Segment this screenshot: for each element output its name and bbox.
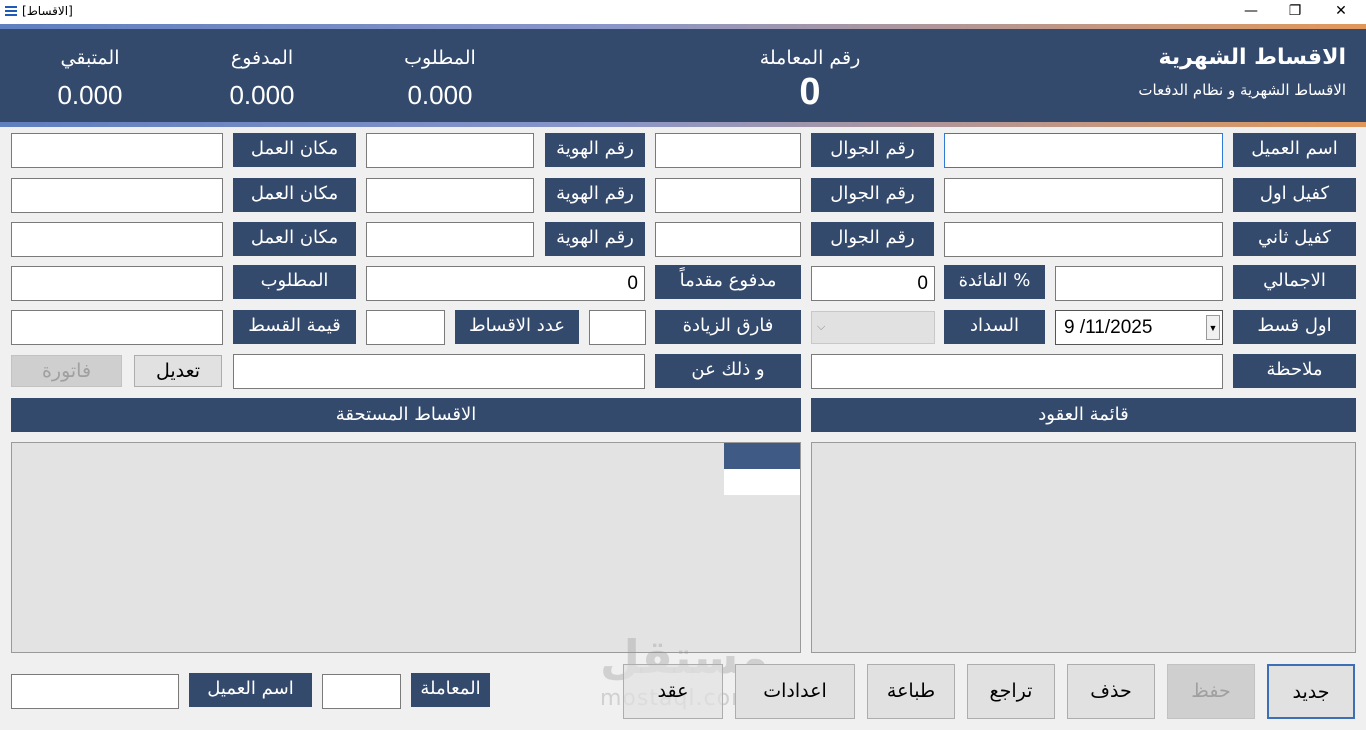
dropdown-arrow-icon[interactable]: ▼ [1206,315,1220,340]
interest-label: الفائدة % [944,265,1045,299]
edit-button[interactable]: تعديل [134,355,222,387]
for-input[interactable] [233,354,645,389]
customer-id-label: رقم الهوية [545,133,645,167]
required-amount-input[interactable] [11,266,223,301]
guarantor1-id-label: رقم الهوية [545,178,645,212]
customer-id-input[interactable] [366,133,534,168]
guarantor1-workplace-input[interactable] [11,178,223,213]
grid-header-cell[interactable] [724,443,800,469]
close-button[interactable]: ✕ [1318,0,1364,24]
interest-input[interactable]: 0 [811,266,935,301]
guarantor2-mobile-input[interactable] [655,222,801,257]
customer-mobile-label: رقم الجوال [811,133,934,167]
increase-diff-input[interactable] [589,310,646,345]
menu-icon[interactable] [5,6,17,17]
save-button[interactable]: حفظ [1167,664,1255,719]
contracts-list-panel[interactable] [811,442,1356,653]
date-value: 9 /11/2025 [1064,317,1153,338]
guarantor2-input[interactable] [944,222,1223,257]
total-label: الاجمالي [1233,265,1356,299]
guarantor1-mobile-input[interactable] [655,178,801,213]
invoice-button[interactable]: فاتورة [11,355,122,387]
paid-label: المدفوع [230,47,294,69]
contracts-list-header: قائمة العقود [811,398,1356,432]
first-installment-label: اول قسط [1233,310,1356,344]
note-label: ملاحظة [1233,354,1356,388]
transaction-number-value: 0 [799,71,821,113]
maximize-button[interactable]: ❐ [1272,0,1318,24]
guarantor2-id-label: رقم الهوية [545,222,645,256]
due-installments-grid[interactable] [11,442,801,653]
undo-button[interactable]: تراجع [967,664,1055,719]
customer-search-input[interactable] [11,674,179,709]
delete-button[interactable]: حذف [1067,664,1155,719]
installments-count-input[interactable] [366,310,445,345]
for-label: و ذلك عن [655,354,801,388]
remaining-label: المتبقي [60,47,120,69]
required-label: المطلوب [404,47,476,69]
page-title: الاقساط الشهرية [1158,45,1346,70]
customer-search-label: اسم العميل [189,673,312,707]
payment-select[interactable]: ⌵ [811,311,935,344]
due-installments-header: الاقساط المستحقة [11,398,801,432]
contract-button[interactable]: عقد [623,664,723,719]
guarantor1-mobile-label: رقم الجوال [811,178,934,212]
note-input[interactable] [811,354,1223,389]
required-value: 0.000 [407,80,473,110]
print-button[interactable]: طباعة [867,664,955,719]
guarantor2-id-input[interactable] [366,222,534,257]
header-panel: الاقساط الشهرية الاقساط الشهرية و نظام ا… [0,29,1366,122]
guarantor1-id-input[interactable] [366,178,534,213]
settings-button[interactable]: اعدادات [735,664,855,719]
guarantor2-workplace-label: مكان العمل [233,222,356,256]
installment-value-input[interactable] [11,310,223,345]
grid-row-cell[interactable] [724,469,800,495]
payment-label: السداد [944,310,1045,344]
window-title: [الاقساط] [22,4,73,18]
paid-value: 0.000 [229,80,295,110]
guarantor2-mobile-label: رقم الجوال [811,222,934,256]
transaction-number-label: رقم المعاملة [759,47,861,69]
total-input[interactable] [1055,266,1223,301]
new-button[interactable]: جديد [1267,664,1355,719]
remaining-value: 0.000 [57,80,123,110]
guarantor2-workplace-input[interactable] [11,222,223,257]
guarantor1-input[interactable] [944,178,1223,213]
customer-workplace-label: مكان العمل [233,133,356,167]
chevron-down-icon: ⌵ [817,320,826,333]
window-titlebar: [الاقساط] — ❐ ✕ [0,0,1366,24]
customer-name-input[interactable] [944,133,1223,168]
customer-name-label: اسم العميل [1233,133,1356,167]
installment-value-label: قيمة القسط [233,310,356,344]
required-amount-label: المطلوب [233,265,356,299]
minimize-button[interactable]: — [1228,0,1274,24]
page-subtitle: الاقساط الشهرية و نظام الدفعات [1138,81,1346,99]
down-payment-input[interactable]: 0 [366,266,645,301]
transaction-search-input[interactable] [322,674,401,709]
installments-count-label: عدد الاقساط [455,310,579,344]
first-installment-date-picker[interactable]: 9 /11/2025 ▼ [1055,310,1223,345]
guarantor1-workplace-label: مكان العمل [233,178,356,212]
down-payment-label: مدفوع مقدماً [655,265,801,299]
increase-diff-label: فارق الزيادة [655,310,801,344]
header-accent-bottom [0,122,1366,127]
guarantor1-label: كفيل اول [1233,178,1356,212]
transaction-search-label: المعاملة [411,673,490,707]
customer-mobile-input[interactable] [655,133,801,168]
guarantor2-label: كفيل ثاني [1233,222,1356,256]
customer-workplace-input[interactable] [11,133,223,168]
